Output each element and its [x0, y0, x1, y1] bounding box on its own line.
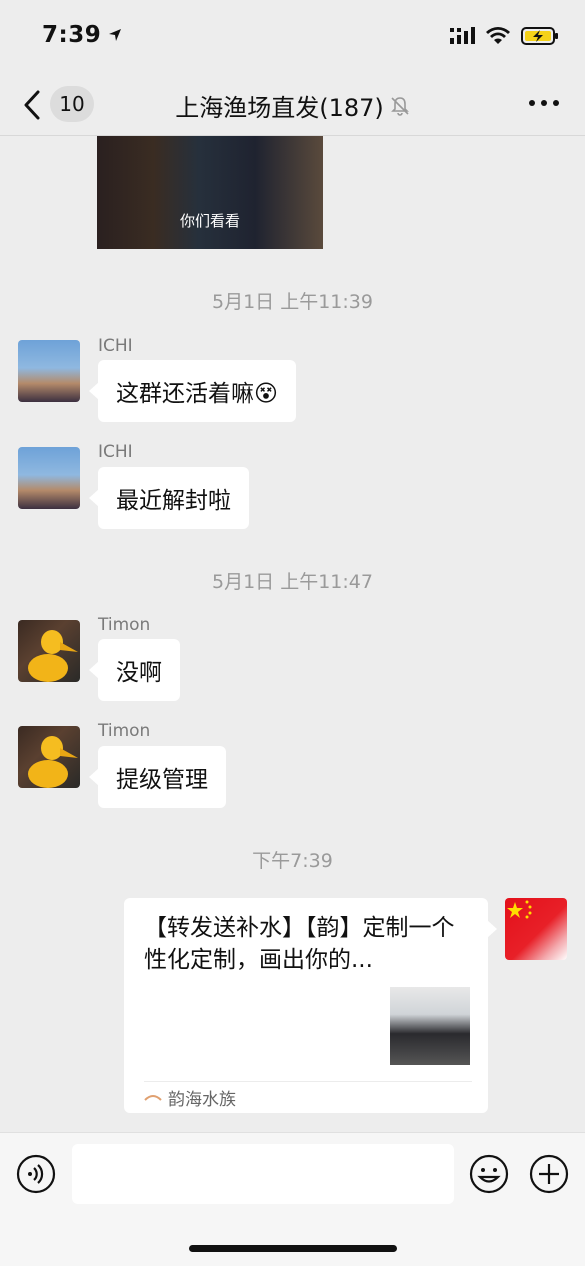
message-text: 提级管理	[116, 767, 208, 793]
card-title: 【转发送补水】【韵】定制一个性化定制，画出你的...	[144, 915, 455, 973]
message-bubble[interactable]: 最近解封啦	[89, 467, 249, 529]
cellular-signal-icon	[450, 27, 475, 44]
sender-name: Timon	[98, 615, 151, 635]
timestamp: 下午7:39	[252, 850, 333, 872]
timestamp: 5月1日 上午11:39	[212, 291, 373, 313]
message-bubble[interactable]: 提级管理	[89, 746, 226, 808]
more-options-icon[interactable]	[529, 100, 559, 106]
wifi-icon	[486, 27, 510, 44]
battery-charging-icon	[521, 27, 558, 45]
chat-title: 上海渔场直发(187)	[0, 88, 585, 123]
voice-input-icon[interactable]	[16, 1154, 56, 1194]
location-arrow-icon	[109, 29, 122, 41]
emoji-icon[interactable]	[469, 1154, 509, 1194]
shared-link-card[interactable]: 【转发送补水】【韵】定制一个性化定制，画出你的... 韵海水族	[124, 898, 497, 1113]
message-input[interactable]	[72, 1144, 454, 1204]
plus-icon[interactable]	[529, 1154, 569, 1194]
group-name: 上海渔场直发(187)	[175, 94, 384, 122]
chat-header: 10 上海渔场直发(187)	[0, 74, 585, 136]
card-source: 韵海水族	[144, 1085, 236, 1110]
sender-name: Timon	[98, 721, 151, 741]
miniprogram-logo-icon	[144, 1094, 162, 1101]
avatar[interactable]	[18, 447, 80, 509]
china-flag-icon	[507, 900, 532, 919]
divider	[144, 1081, 472, 1082]
avatar[interactable]	[505, 898, 567, 960]
muted-bell-icon	[390, 96, 409, 116]
card-thumbnail	[390, 987, 470, 1065]
avatar[interactable]	[18, 620, 80, 682]
message-text: 没啊	[116, 660, 162, 686]
status-bar: 7:39	[0, 0, 585, 74]
video-message-thumbnail[interactable]: 你们看看	[97, 136, 323, 249]
duck-figure-icon	[28, 630, 78, 682]
sender-name: ICHI	[98, 336, 133, 356]
message-bubble[interactable]: 没啊	[89, 639, 180, 701]
timestamp: 5月1日 上午11:47	[212, 571, 373, 593]
video-caption: 你们看看	[179, 212, 240, 230]
system-icons	[449, 26, 559, 46]
sender-name: ICHI	[98, 442, 133, 462]
status-time: 7:39	[42, 22, 123, 48]
duck-figure-icon	[28, 736, 78, 788]
message-text: 这群还活着嘛😵	[116, 381, 278, 407]
avatar[interactable]	[18, 340, 80, 402]
card-source-label: 韵海水族	[168, 1090, 236, 1110]
message-bubble[interactable]: 这群还活着嘛😵	[89, 360, 296, 422]
message-text: 最近解封啦	[116, 488, 231, 514]
status-time-label: 7:39	[42, 22, 102, 48]
home-indicator[interactable]	[189, 1245, 397, 1252]
avatar[interactable]	[18, 726, 80, 788]
